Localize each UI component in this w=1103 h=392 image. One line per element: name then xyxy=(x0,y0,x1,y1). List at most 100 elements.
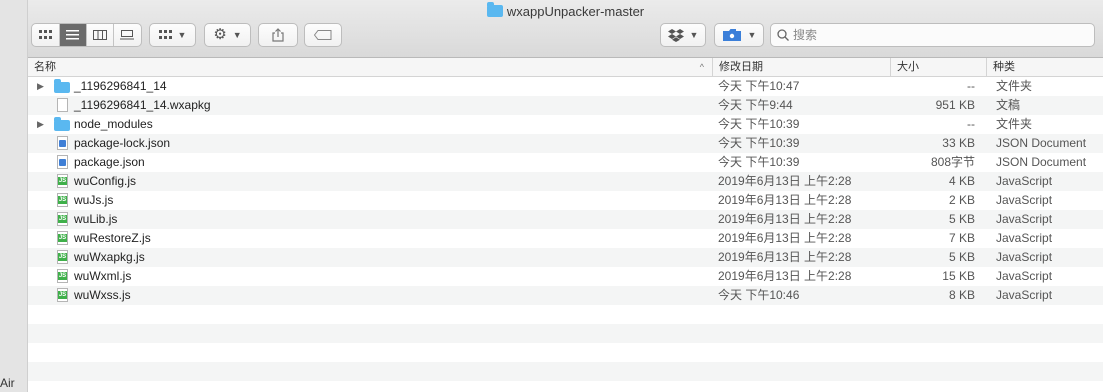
js-file-icon xyxy=(57,288,68,302)
file-date-modified: 2019年6月13日 上午2:28 xyxy=(718,269,852,283)
js-file-icon xyxy=(57,212,68,226)
json-file-icon xyxy=(57,136,68,150)
list-view-button[interactable] xyxy=(59,24,87,46)
empty-row xyxy=(28,362,1103,381)
search-input[interactable] xyxy=(793,28,1073,42)
file-date-modified: 2019年6月13日 上午2:28 xyxy=(718,212,852,226)
file-row[interactable]: package-lock.json 今天 下午10:39 33 KB JSON Doc… xyxy=(28,134,1103,153)
gear-icon: ⚙ xyxy=(213,26,227,43)
disclosure-triangle-icon[interactable]: ▶ xyxy=(37,77,44,96)
empty-row xyxy=(28,324,1103,343)
file-row[interactable]: ▶ node_modules 今天 下午10:39 -- 文件夹 xyxy=(28,115,1103,134)
js-file-icon xyxy=(57,269,68,283)
file-row[interactable]: wuWxapkg.js 2019年6月13日 上午2:28 5 KB JavaScri… xyxy=(28,248,1103,267)
file-row[interactable]: wuWxml.js 2019年6月13日 上午2:28 15 KB JavaScrip… xyxy=(28,267,1103,286)
file-size: 5 KB xyxy=(948,250,975,264)
gallery-view-button[interactable] xyxy=(114,24,141,46)
file-list: ▶ _1196296841_14 今天 下午10:47 -- 文件夹 _119629684… xyxy=(28,77,1103,392)
column-header-date-label: 修改日期 xyxy=(719,61,763,73)
sort-ascending-icon: ^ xyxy=(699,62,704,72)
file-kind: 文件夹 xyxy=(996,79,1033,93)
file-date-modified: 今天 下午10:46 xyxy=(718,288,800,302)
js-file-icon xyxy=(57,250,68,264)
js-file-icon xyxy=(57,193,68,207)
disclosure-triangle-icon[interactable]: ▶ xyxy=(37,115,44,134)
folder-actions-button[interactable]: ▼ xyxy=(714,23,764,47)
edit-tags-button[interactable] xyxy=(304,23,342,47)
js-file-icon xyxy=(57,174,68,188)
column-header-size-label: 大小 xyxy=(897,61,919,73)
file-kind: JavaScript xyxy=(996,174,1053,188)
folder-icon xyxy=(54,117,70,131)
empty-row xyxy=(28,343,1103,362)
file-size: 5 KB xyxy=(948,212,975,226)
file-date-modified: 今天 下午10:47 xyxy=(718,79,800,93)
chevron-down-icon: ▼ xyxy=(232,30,242,40)
file-size: 15 KB xyxy=(942,269,975,283)
file-size: 7 KB xyxy=(948,231,975,245)
grid-view-icon xyxy=(39,30,52,39)
file-date-modified: 2019年6月13日 上午2:28 xyxy=(718,250,852,264)
window-title: wxappUnpacker-master xyxy=(28,2,1103,19)
file-row[interactable]: wuJs.js 2019年6月13日 上午2:28 2 KB JavaScript xyxy=(28,191,1103,210)
file-kind: JavaScript xyxy=(996,250,1053,264)
column-header-date[interactable]: 修改日期 xyxy=(712,58,890,77)
file-size: -- xyxy=(967,117,975,131)
file-date-modified: 今天 下午10:39 xyxy=(718,117,800,131)
group-by-button[interactable]: ▼ xyxy=(149,23,196,47)
file-name: _1196296841_14 xyxy=(74,79,167,93)
group-grid-icon xyxy=(158,30,172,39)
file-kind: JSON Document xyxy=(996,136,1087,150)
file-row[interactable]: wuConfig.js 2019年6月13日 上午2:28 4 KB JavaScri… xyxy=(28,172,1103,191)
file-kind: JavaScript xyxy=(996,269,1053,283)
js-file-icon xyxy=(57,231,68,245)
share-icon xyxy=(272,28,284,42)
column-header-size[interactable]: 大小 xyxy=(890,58,986,77)
column-header-name[interactable]: 名称 ^ xyxy=(28,58,712,77)
file-date-modified: 2019年6月13日 上午2:28 xyxy=(718,193,852,207)
file-kind: 文稿 xyxy=(996,98,1021,112)
file-row[interactable]: wuRestoreZ.js 2019年6月13日 上午2:28 7 KB JavaSc… xyxy=(28,229,1103,248)
file-size: 33 KB xyxy=(942,136,975,150)
column-header-kind[interactable]: 种类 xyxy=(986,58,1103,77)
json-file-icon xyxy=(57,155,68,169)
file-row[interactable]: _1196296841_14.wxapkg 今天 下午9:44 951 KB 文稿 xyxy=(28,96,1103,115)
share-button[interactable] xyxy=(258,23,298,47)
file-name: package-lock.json xyxy=(74,136,171,150)
action-menu-button[interactable]: ⚙ ▼ xyxy=(204,23,251,47)
column-view-button[interactable] xyxy=(87,24,114,46)
folder-icon xyxy=(54,79,70,93)
file-size: 2 KB xyxy=(948,193,975,207)
file-name: node_modules xyxy=(74,117,153,131)
window-title-text: wxappUnpacker-master xyxy=(506,4,645,19)
file-row[interactable]: wuLib.js 2019年6月13日 上午2:28 5 KB JavaScript xyxy=(28,210,1103,229)
file-size: -- xyxy=(967,79,975,93)
file-name: wuWxss.js xyxy=(74,288,131,302)
background-window-strip: Air xyxy=(0,0,28,392)
gallery-view-icon xyxy=(120,30,134,40)
chevron-down-icon: ▼ xyxy=(177,30,187,40)
column-header-name-label: 名称 xyxy=(34,61,56,73)
file-name: package.json xyxy=(74,155,145,169)
file-date-modified: 2019年6月13日 上午2:28 xyxy=(718,231,852,245)
empty-row xyxy=(28,305,1103,324)
document-icon xyxy=(57,98,68,112)
view-mode-segmented-control xyxy=(31,23,142,47)
background-window-text: Air xyxy=(0,376,15,390)
blue-folder-icon xyxy=(722,29,741,41)
file-name: wuRestoreZ.js xyxy=(74,231,151,245)
file-row[interactable]: package.json 今天 下午10:39 808字节 JSON Document xyxy=(28,153,1103,172)
file-row[interactable]: wuWxss.js 今天 下午10:46 8 KB JavaScript xyxy=(28,286,1103,305)
file-name: _1196296841_14.wxapkg xyxy=(74,98,211,112)
file-row[interactable]: ▶ _1196296841_14 今天 下午10:47 -- 文件夹 xyxy=(28,77,1103,96)
icon-view-button[interactable] xyxy=(33,24,60,46)
column-view-icon xyxy=(92,30,107,40)
search-field[interactable] xyxy=(770,23,1095,47)
file-kind: JavaScript xyxy=(996,288,1053,302)
chevron-down-icon: ▼ xyxy=(747,30,757,40)
dropbox-button[interactable]: ▼ xyxy=(660,23,706,47)
column-header-kind-label: 种类 xyxy=(993,61,1015,73)
file-name: wuLib.js xyxy=(74,212,118,226)
list-view-icon xyxy=(66,30,79,40)
file-kind: JavaScript xyxy=(996,212,1053,226)
